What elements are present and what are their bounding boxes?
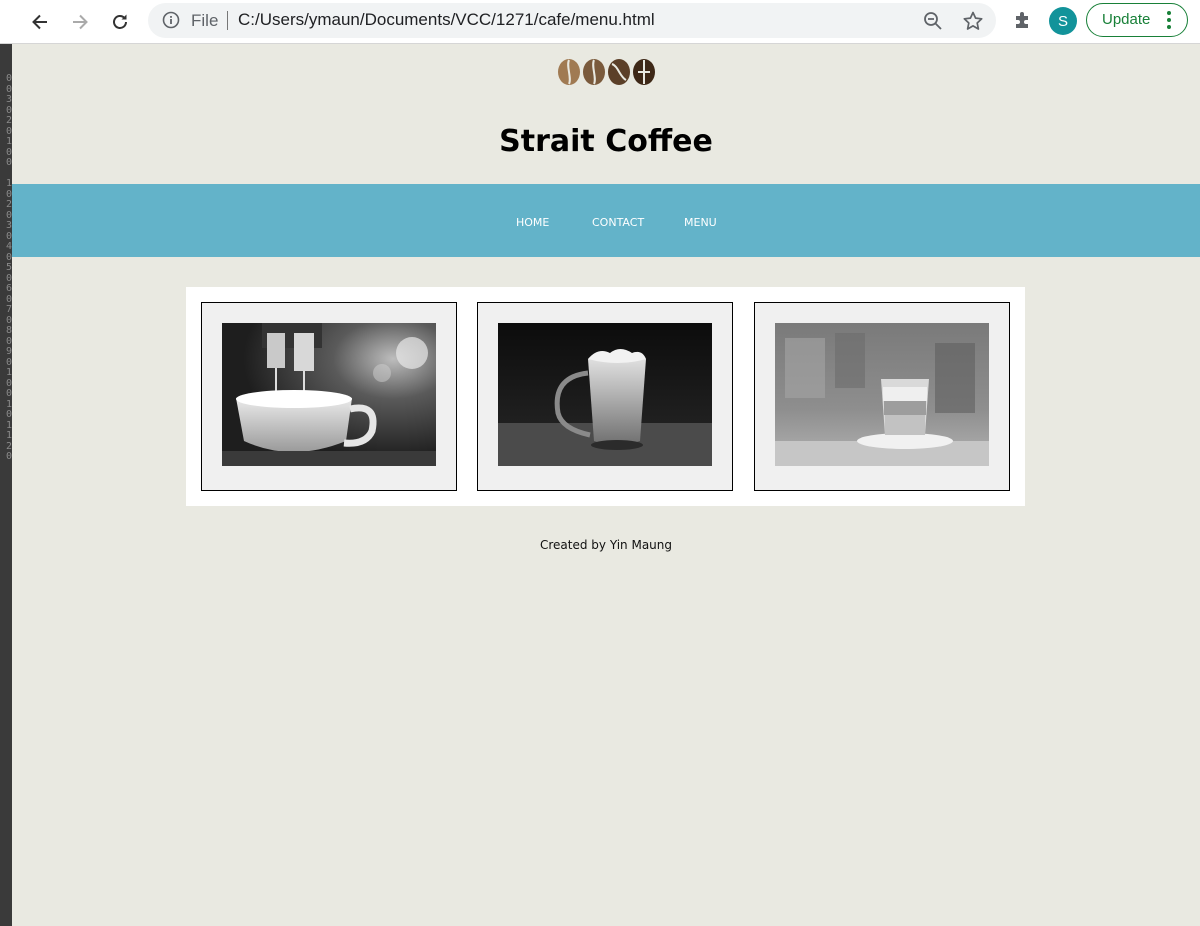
nav-link-home[interactable]: HOME	[516, 216, 549, 229]
back-button[interactable]	[26, 8, 54, 36]
profile-avatar[interactable]: S	[1049, 7, 1077, 35]
update-button-label: Update	[1102, 11, 1151, 28]
espresso-machine-cup-photo	[222, 323, 436, 466]
coffee-beans-icon	[556, 57, 658, 91]
update-button[interactable]: Update	[1086, 3, 1188, 37]
nav-link-contact[interactable]: CONTACT	[592, 216, 644, 229]
bookmark-star-icon[interactable]	[962, 10, 984, 36]
url-scheme-label: File	[191, 11, 219, 30]
layered-coffee-glass-photo	[775, 323, 989, 466]
arrow-left-icon	[32, 14, 47, 30]
info-icon[interactable]	[162, 11, 180, 33]
gallery-card	[754, 302, 1010, 491]
main-nav: HOME CONTACT MENU	[12, 184, 1200, 257]
kebab-menu-icon[interactable]	[1167, 11, 1171, 32]
extensions-puzzle-icon[interactable]	[1012, 9, 1034, 35]
menu-gallery	[186, 287, 1025, 506]
reload-button[interactable]	[106, 8, 134, 36]
zoom-out-icon[interactable]	[923, 11, 943, 35]
browser-toolbar: File C:/Users/ymaun/Documents/VCC/1271/c…	[0, 0, 1200, 44]
url-text[interactable]: C:/Users/ymaun/Documents/VCC/1271/cafe/m…	[238, 10, 655, 30]
url-separator	[227, 11, 228, 30]
reload-icon	[113, 14, 127, 29]
arrow-right-icon	[73, 14, 88, 30]
forward-button[interactable]	[66, 8, 94, 36]
glass-latte-mug-photo	[498, 323, 712, 466]
gallery-card	[477, 302, 733, 491]
footer-credit: Created by Yin Maung	[539, 538, 673, 552]
editor-gutter: 0 0 3 0 2 0 1 0 0 1 0 2 0 3 0 4 0 5 0 6 …	[0, 44, 12, 926]
page-viewport: Strait Coffee HOME CONTACT MENU Created …	[12, 44, 1200, 926]
address-bar[interactable]: File C:/Users/ymaun/Documents/VCC/1271/c…	[148, 3, 996, 38]
nav-link-menu[interactable]: MENU	[684, 216, 717, 229]
page-title: Strait Coffee	[499, 124, 713, 159]
gallery-card	[201, 302, 457, 491]
